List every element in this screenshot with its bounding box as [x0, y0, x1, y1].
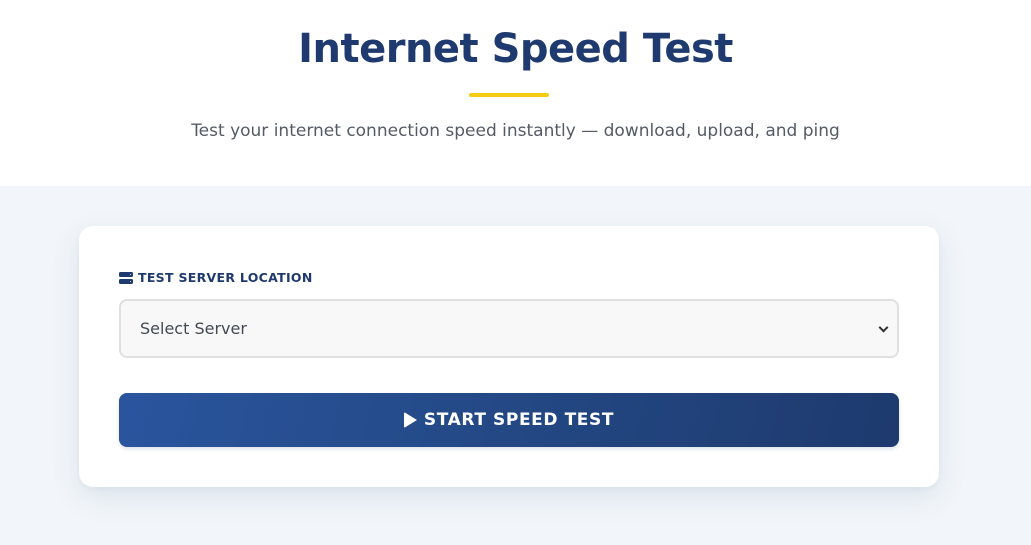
- speed-test-card: TEST SERVER LOCATION Select Server START…: [79, 226, 939, 487]
- play-icon: [403, 412, 417, 428]
- server-location-label-text: TEST SERVER LOCATION: [138, 270, 313, 285]
- server-select-value: Select Server: [140, 319, 247, 338]
- server-select[interactable]: Select Server: [119, 299, 899, 358]
- page-subtitle: Test your internet connection speed inst…: [191, 121, 840, 141]
- server-location-label: TEST SERVER LOCATION: [119, 270, 313, 285]
- server-icon: [119, 271, 133, 284]
- title-underline: [469, 93, 549, 97]
- start-speed-test-label: START SPEED TEST: [423, 410, 615, 430]
- start-speed-test-button[interactable]: START SPEED TEST: [119, 393, 899, 447]
- page-header: Internet Speed Test Test your internet c…: [0, 0, 1031, 186]
- page-title: Internet Speed Test: [298, 26, 733, 72]
- main-section: TEST SERVER LOCATION Select Server START…: [0, 186, 1031, 545]
- chevron-down-icon: [878, 322, 889, 333]
